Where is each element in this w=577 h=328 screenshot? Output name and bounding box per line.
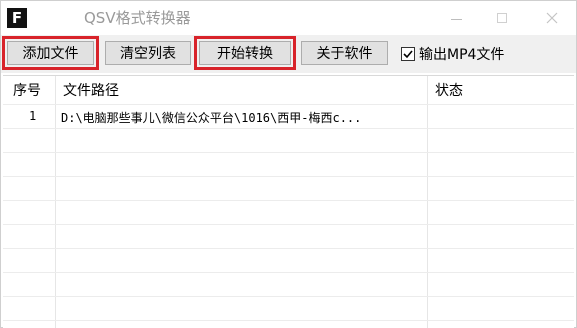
about-button[interactable]: 关于软件 [301,41,388,65]
row-divider [3,296,574,297]
maximize-icon [497,13,507,23]
output-mp4-checkbox-box[interactable] [401,47,415,61]
title-bar[interactable]: F QSV格式转换器 [1,1,576,35]
row-path: D:\电脑那些事儿\微信公众平台\1016\西甲-梅西c... [61,111,362,125]
start-convert-highlight [194,36,296,70]
close-button[interactable] [529,4,575,32]
column-header-status[interactable]: 状态 [429,76,569,104]
add-file-highlight [2,36,99,70]
clear-list-button[interactable]: 清空列表 [105,41,191,65]
output-mp4-checkbox[interactable]: 输出MP4文件 [401,44,504,64]
column-header-path[interactable]: 文件路径 [57,76,427,104]
window-title: QSV格式转换器 [84,9,191,27]
row-divider [3,272,574,273]
toolbar: 添加文件 清空列表 开始转换 关于软件 输出MP4文件 [1,35,576,73]
check-icon [403,50,413,59]
minimize-icon [450,19,462,20]
column-header-index[interactable]: 序号 [7,76,57,104]
row-divider [3,176,574,177]
column-divider [55,76,56,328]
row-divider [3,320,574,321]
row-divider [3,224,574,225]
maximize-button[interactable] [479,4,525,32]
file-list[interactable]: 序号 文件路径 状态 1 D:\电脑那些事儿\微信公众平台\1016\西甲-梅西… [3,75,574,328]
row-divider [3,104,574,105]
column-divider [427,76,428,328]
row-index: 1 [29,109,37,123]
app-icon: F [7,8,27,28]
minimize-button[interactable] [433,4,479,32]
row-divider [3,248,574,249]
output-mp4-label: 输出MP4文件 [419,47,505,63]
row-divider [3,128,574,129]
row-divider [3,200,574,201]
app-window: F QSV格式转换器 添加文件 清空列表 开始转换 关于软件 输出MP4文件 序… [0,0,577,328]
row-divider [3,152,574,153]
close-icon [546,12,558,24]
